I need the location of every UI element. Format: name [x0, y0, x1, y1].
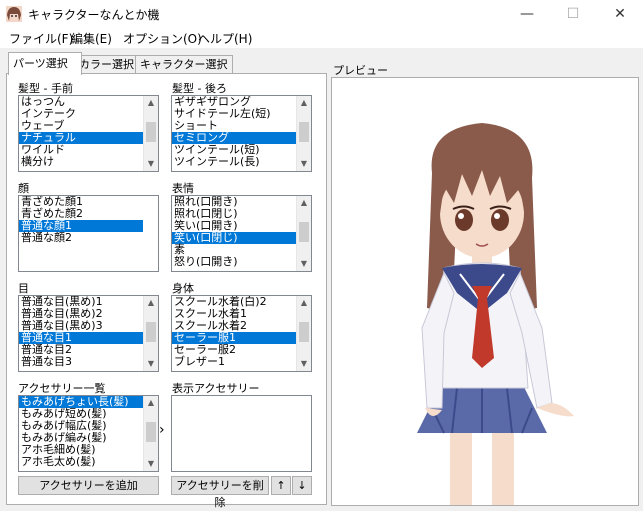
scroll-down-icon[interactable]: ▼ [144, 157, 158, 171]
scroll-up-icon[interactable]: ▲ [144, 296, 158, 310]
label-hair-back: 髪型 - 後ろ [172, 82, 227, 95]
scroll-thumb[interactable] [299, 122, 309, 142]
move-down-button[interactable]: ↓ [292, 476, 312, 495]
list-item[interactable]: 笑い(口閉じ) [172, 232, 296, 244]
scrollbar[interactable]: ▲ ▼ [143, 96, 158, 171]
shown-accessories-listbox[interactable] [171, 395, 312, 472]
scroll-thumb[interactable] [146, 122, 156, 142]
menu-edit[interactable]: 編集(E) [71, 30, 112, 47]
tab-parts[interactable]: パーツ選択 [8, 52, 82, 75]
list-item[interactable]: 横分け [19, 156, 143, 168]
label-body: 身体 [172, 282, 194, 295]
character-illustration [417, 123, 574, 505]
list-item[interactable]: 普通な顔2 [19, 232, 143, 244]
label-accessory-list: アクセサリー一覧 [18, 382, 106, 395]
hair-back-listbox[interactable]: ギザギザロング サイドテール左(短) ショート セミロング ツインテール(短) ツインテー… [171, 95, 312, 172]
menu-file[interactable]: ファイル(F) [9, 30, 73, 47]
eyes-listbox[interactable]: 普通な目(黒め)1 普通な目(黒め)2 普通な目(黒め)3 普通な目1 普通な目2 普通な… [18, 295, 159, 372]
add-accessory-button[interactable]: アクセサリーを追加 [18, 476, 159, 495]
scroll-thumb[interactable] [146, 422, 156, 442]
scroll-up-icon[interactable]: ▲ [144, 96, 158, 110]
menu-options[interactable]: オプション(O) [123, 30, 202, 47]
expression-listbox[interactable]: 照れ(口開き) 照れ(口閉じ) 笑い(口開き) 笑い(口閉じ) 素怒り(口開き) ▲ ▼ [171, 195, 312, 272]
hair-front-listbox[interactable]: はっつん インテーク ウェーブ ナチュラル ワイルド 横分け ▲ ▼ [18, 95, 159, 172]
remove-accessory-button[interactable]: アクセサリーを削除 [171, 476, 269, 509]
preview-label: プレビュー [333, 64, 388, 77]
scrollbar[interactable]: ▲ ▼ [143, 296, 158, 371]
scroll-down-icon[interactable]: ▼ [144, 457, 158, 471]
label-eyes: 目 [18, 282, 29, 295]
body-listbox[interactable]: スクール水着(白)2 スクール水着1 スクール水着2 セーラー服1 セーラー服2 ブレザー… [171, 295, 312, 372]
label-hair-front: 髪型 - 手前 [18, 82, 73, 95]
list-item[interactable]: アホ毛太め(髪) [19, 456, 143, 468]
scroll-up-icon[interactable]: ▲ [144, 396, 158, 410]
label-face: 顔 [18, 182, 29, 195]
scrollbar[interactable]: ▲ ▼ [296, 96, 311, 171]
list-item[interactable]: 怒り(口開き) [172, 256, 296, 268]
menu-help[interactable]: ヘルプ(H) [198, 30, 252, 47]
move-up-button[interactable]: ↑ [271, 476, 291, 495]
scrollbar[interactable]: ▲ ▼ [296, 196, 311, 271]
scrollbar[interactable]: ▲ ▼ [296, 296, 311, 371]
scrollbar[interactable]: ▲ ▼ [143, 396, 158, 471]
scroll-up-icon[interactable]: ▲ [297, 96, 311, 110]
scroll-thumb[interactable] [299, 222, 309, 242]
scroll-thumb[interactable] [146, 322, 156, 342]
move-arrow-icon: › [159, 422, 165, 438]
minimize-button[interactable]: — [504, 0, 550, 28]
scroll-up-icon[interactable]: ▲ [297, 196, 311, 210]
scroll-thumb[interactable] [299, 322, 309, 342]
label-expression: 表情 [172, 182, 194, 195]
scroll-down-icon[interactable]: ▼ [297, 257, 311, 271]
preview-pane [331, 77, 639, 506]
tab-characters[interactable]: キャラクター選択 [135, 55, 233, 74]
app-icon [6, 6, 22, 22]
menu-bar: ファイル(F) 編集(E) オプション(O) ヘルプ(H) [0, 28, 643, 48]
list-item[interactable]: ツインテール(長) [172, 156, 296, 168]
tab-colors[interactable]: カラー選択 [74, 55, 142, 74]
accessory-listbox[interactable]: もみあげちょい長(髪) もみあげ短め(髪) もみあげ幅広(髪) もみあげ編み(髪) アホ… [18, 395, 159, 472]
label-shown-accessories: 表示アクセサリー [172, 382, 260, 395]
list-item[interactable]: 普通な目3 [19, 356, 143, 368]
window-title: キャラクターなんとか機 [28, 8, 160, 22]
title-bar: キャラクターなんとか機 — ☐ ✕ [0, 0, 643, 29]
maximize-button[interactable]: ☐ [550, 0, 596, 28]
scroll-down-icon[interactable]: ▼ [297, 357, 311, 371]
close-button[interactable]: ✕ [597, 0, 643, 28]
list-item[interactable]: ブレザー1 [172, 356, 296, 368]
scroll-up-icon[interactable]: ▲ [297, 296, 311, 310]
scroll-down-icon[interactable]: ▼ [297, 157, 311, 171]
face-listbox[interactable]: 青ざめた顔1 青ざめた顔2 普通な顔1 普通な顔2 [18, 195, 159, 272]
scroll-down-icon[interactable]: ▼ [144, 357, 158, 371]
